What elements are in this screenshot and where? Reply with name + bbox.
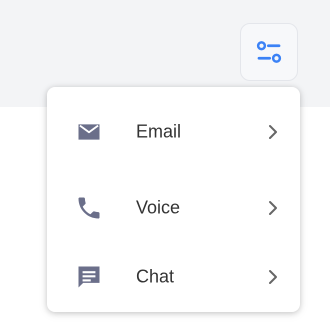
menu-item-label: Voice <box>136 197 181 218</box>
chat-icon <box>75 263 103 291</box>
filter-settings-button[interactable] <box>240 23 298 81</box>
menu-item-label: Email <box>136 121 182 142</box>
menu-item-email[interactable]: Email <box>47 102 300 162</box>
chevron-right-icon <box>267 268 279 286</box>
menu-item-voice[interactable]: Voice <box>47 178 300 238</box>
menu-item-chat[interactable]: Chat <box>47 247 300 307</box>
menu-item-label: Chat <box>136 266 175 287</box>
channel-menu: Email Voice Chat <box>47 87 300 312</box>
phone-icon <box>75 194 103 222</box>
chevron-right-icon <box>267 199 279 217</box>
envelope-icon <box>75 118 103 146</box>
sliders-icon <box>256 41 282 63</box>
chevron-right-icon <box>267 123 279 141</box>
